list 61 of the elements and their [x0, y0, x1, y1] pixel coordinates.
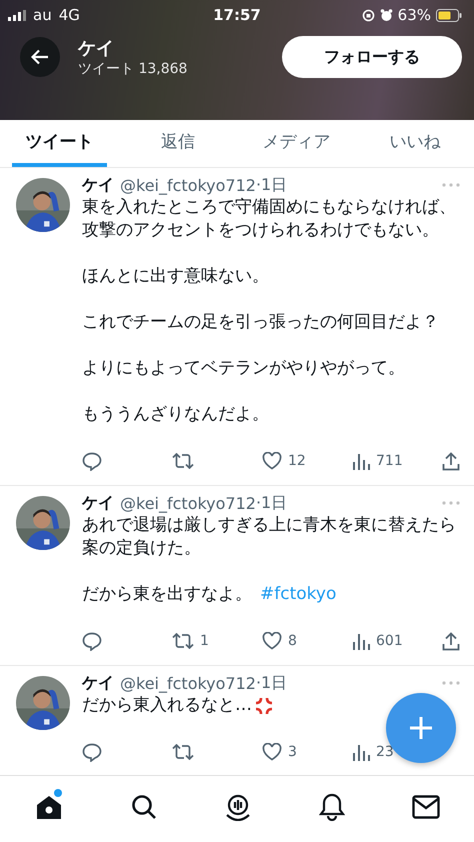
network-label: 4G	[58, 6, 80, 24]
tab[interactable]: ツイート	[12, 120, 106, 167]
tab[interactable]: 返信	[130, 120, 225, 167]
author-name: ケイ	[82, 672, 114, 694]
views-chart-icon[interactable]	[352, 632, 370, 650]
profile-name: ケイ	[78, 37, 115, 60]
signal-icon	[8, 10, 26, 20]
tab[interactable]: いいね	[368, 120, 462, 167]
views-chart-icon[interactable]	[352, 452, 370, 470]
like-count: 3	[288, 744, 297, 760]
post-time: ·1日	[256, 174, 288, 196]
bell-icon[interactable]	[319, 793, 346, 821]
reply-icon[interactable]	[82, 632, 102, 650]
heart-icon[interactable]	[262, 743, 282, 761]
heart-icon[interactable]	[262, 632, 282, 650]
reply-icon[interactable]	[82, 742, 102, 762]
tweet-text: よりにもよってベテランがやりやがって。	[82, 357, 405, 380]
search-icon[interactable]	[130, 794, 157, 820]
tweet-text: ほんとに出す意味ない。	[82, 265, 269, 288]
like-count: 12	[288, 453, 306, 469]
author-name: ケイ	[82, 174, 114, 196]
share-icon[interactable]	[442, 452, 460, 470]
retweet-icon[interactable]	[172, 453, 194, 469]
tweet-text: これでチームの足を引っ張ったの何回目だよ？	[82, 311, 439, 334]
back-arrow-icon	[31, 49, 49, 65]
rotation-lock-icon	[362, 8, 375, 22]
tweet-text: もううんざりなんだよ。	[82, 403, 269, 426]
tweet-text: あれで退場は厳しすぎる上に青木を東に替えたら案の定負けた。	[82, 514, 457, 560]
view-count: 711	[376, 453, 403, 469]
view-count: 23	[376, 744, 394, 760]
retweet-icon[interactable]	[172, 744, 194, 760]
author-name: ケイ	[82, 492, 114, 514]
tweet-text: だから東入れるなと…	[82, 694, 252, 717]
plus-icon	[409, 716, 433, 740]
author-handle: @kei_fctokyo712	[120, 674, 256, 692]
alarm-icon	[380, 8, 393, 22]
tweet-count: ツイート 13,868	[78, 60, 188, 78]
like-count: 8	[288, 633, 297, 649]
reply-icon[interactable]	[82, 452, 102, 470]
author-handle: @kei_fctokyo712	[120, 176, 256, 194]
carrier-label: au	[33, 6, 52, 24]
share-icon[interactable]	[442, 632, 460, 650]
retweet-icon[interactable]	[172, 633, 194, 649]
view-count: 601	[376, 633, 403, 649]
post-time: ·1日	[256, 672, 288, 694]
views-chart-icon[interactable]	[352, 744, 370, 760]
mail-icon[interactable]	[412, 795, 440, 819]
author-handle: @kei_fctokyo712	[120, 494, 256, 512]
tab[interactable]: メディア	[249, 120, 344, 167]
retweet-count: 1	[200, 633, 209, 649]
microphone-icon[interactable]	[224, 793, 252, 821]
tweet-text: だから東を出すなよ。 #fctokyo	[82, 583, 336, 606]
back-button[interactable]	[20, 37, 60, 77]
battery-percent: 63%	[398, 6, 431, 24]
post-time: ·1日	[256, 492, 288, 514]
clock-time: 17:57	[213, 6, 261, 24]
battery-icon	[436, 8, 462, 22]
tweet-text: 東を入れたところで守備固めにもならなければ、攻撃のアクセントをつけられるわけでもない。	[82, 196, 457, 242]
heart-icon[interactable]	[262, 452, 282, 470]
follow-button[interactable]: フォローする	[282, 36, 462, 78]
anger-symbol-icon	[254, 696, 274, 716]
